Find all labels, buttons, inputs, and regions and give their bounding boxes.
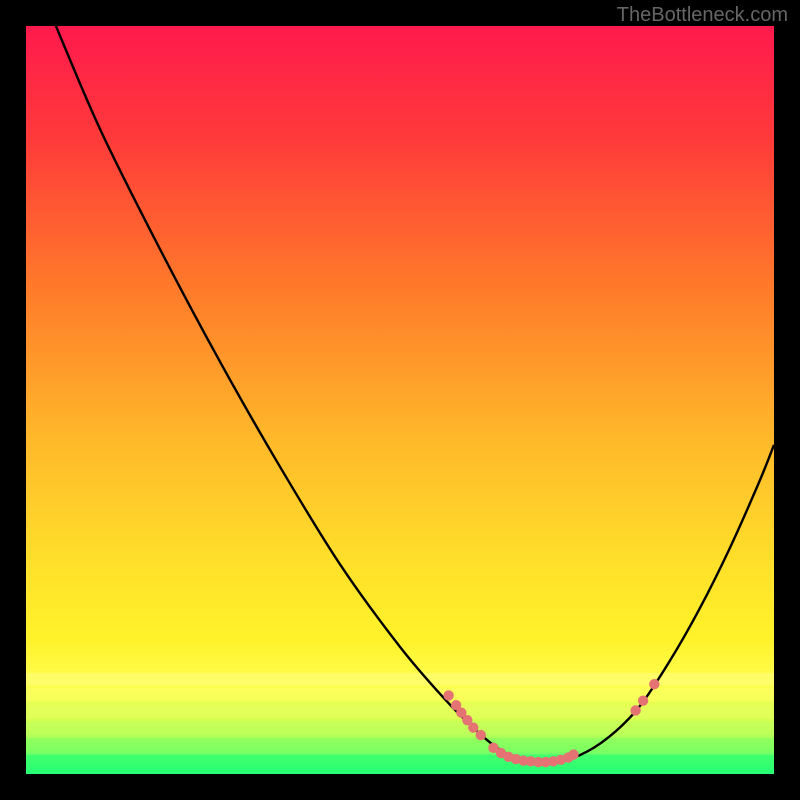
watermark-text: TheBottleneck.com — [617, 4, 788, 27]
data-marker — [630, 705, 640, 715]
bottleneck-curve — [56, 26, 774, 763]
data-marker — [568, 749, 578, 759]
curve-layer — [26, 26, 774, 774]
data-marker — [468, 722, 478, 732]
data-marker — [638, 695, 648, 705]
plot-area — [26, 26, 774, 774]
data-marker — [443, 690, 453, 700]
data-markers — [443, 679, 659, 767]
data-marker — [476, 730, 486, 740]
data-marker — [649, 679, 659, 689]
